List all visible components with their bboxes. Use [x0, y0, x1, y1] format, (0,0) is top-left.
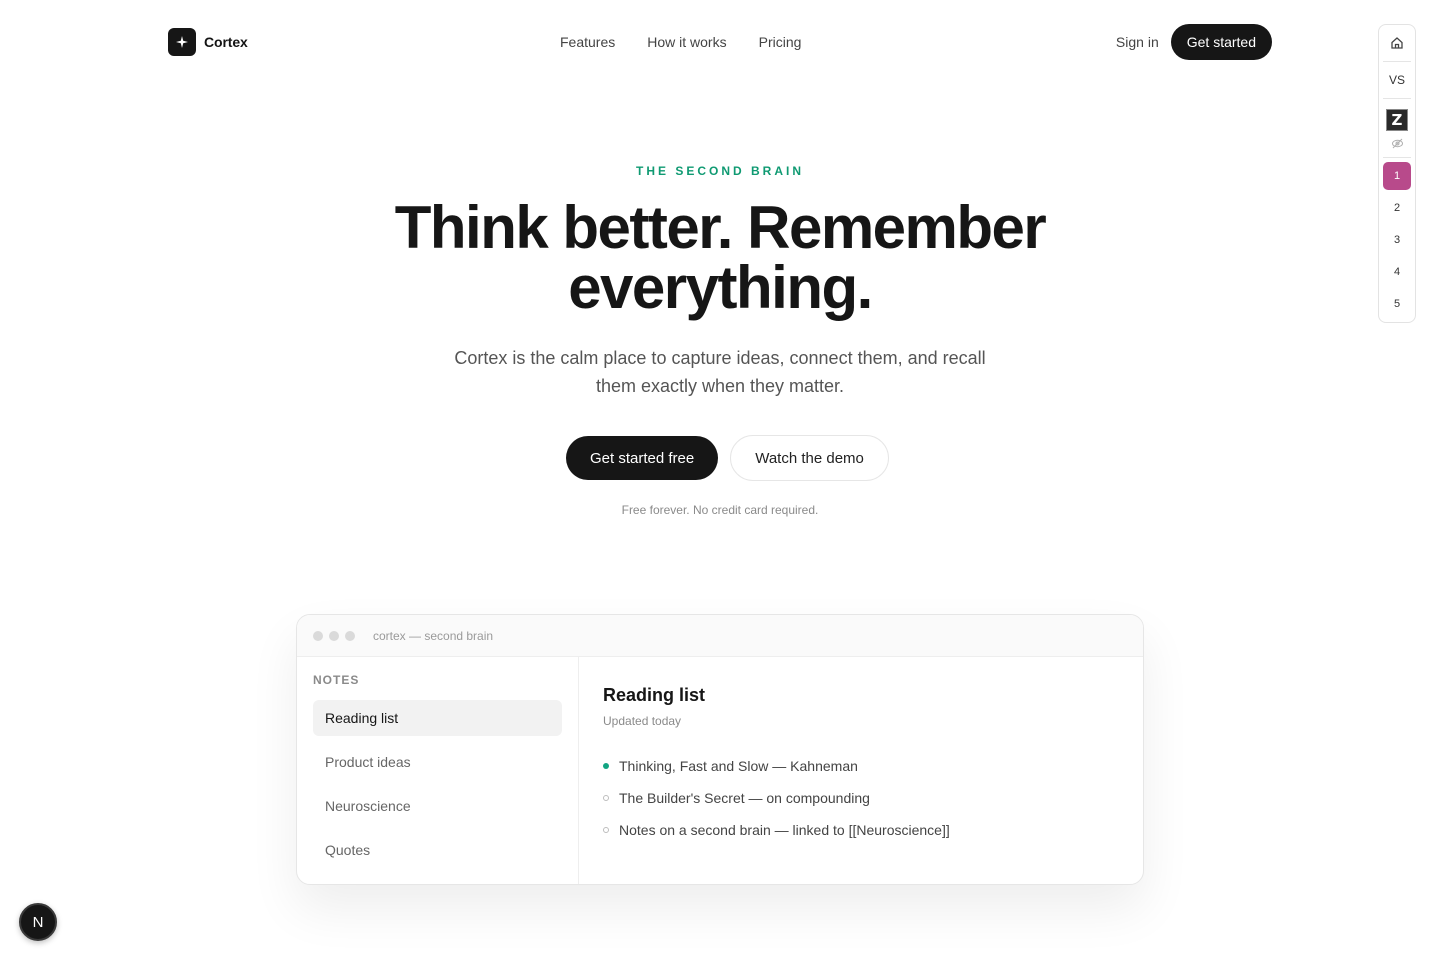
hero-cta-row: Get started free Watch the demo [566, 435, 889, 481]
z-logo: Z [1386, 109, 1408, 131]
nav-link-pricing[interactable]: Pricing [759, 34, 802, 50]
sidebar-item-product-ideas[interactable]: Product ideas [313, 744, 562, 780]
page-button-2[interactable]: 2 [1379, 194, 1415, 222]
sidebar-item-neuroscience[interactable]: Neuroscience [313, 788, 562, 824]
next-dev-badge[interactable]: N [19, 903, 57, 941]
page-button-5[interactable]: 5 [1379, 290, 1415, 318]
divider [1383, 98, 1411, 99]
sparkle-icon [168, 28, 196, 56]
hero-fineprint: Free forever. No credit card required. [621, 503, 819, 517]
vs-toggle[interactable]: VS [1379, 72, 1415, 88]
window-titlebar: cortex — second brain [297, 615, 1143, 657]
notes-heading: NOTES [313, 673, 360, 687]
divider [1383, 61, 1411, 62]
eye-off-icon[interactable] [1379, 136, 1415, 150]
get-started-button[interactable]: Get started [1170, 24, 1272, 60]
notes-sidebar: NOTES Reading list Product ideas Neurosc… [297, 657, 579, 884]
list-item[interactable]: Notes on a second brain — linked to [[Ne… [603, 814, 1119, 846]
page-number: 1 [1383, 162, 1411, 190]
window-dot-close [313, 630, 323, 641]
top-nav: Cortex Features How it works Pricing Sig… [168, 24, 1272, 60]
page-button-1[interactable]: 1 [1379, 162, 1415, 190]
landing-page: Cortex Features How it works Pricing Sig… [0, 0, 1440, 960]
list-item[interactable]: The Builder's Secret — on compounding [603, 782, 1119, 814]
page-number: 2 [1393, 202, 1401, 214]
z-icon[interactable]: Z [1379, 108, 1415, 132]
nav-links: Features How it works Pricing [560, 34, 801, 50]
note-updated: Updated today [603, 714, 682, 728]
watch-demo-button[interactable]: Watch the demo [730, 435, 889, 481]
nav-link-features[interactable]: Features [560, 34, 615, 50]
dev-toolbar: VS Z 1 2 3 4 5 [1378, 24, 1416, 323]
hero-headline: Think better. Remember everything. [0, 198, 1440, 318]
brand-name: Cortex [204, 34, 248, 50]
nav-actions: Sign in Get started [1116, 24, 1272, 60]
page-number: 4 [1393, 266, 1401, 278]
window-body: NOTES Reading list Product ideas Neurosc… [297, 657, 1143, 884]
hero-subhead: Cortex is the calm place to capture idea… [454, 348, 986, 396]
get-started-free-button[interactable]: Get started free [566, 436, 719, 480]
sidebar-item-reading-list[interactable]: Reading list [313, 700, 562, 736]
note-title: Reading list [603, 685, 706, 705]
page-number: 5 [1393, 298, 1401, 310]
home-icon[interactable] [1379, 34, 1415, 52]
note-editor: Reading list Updated today Thinking, Fas… [579, 657, 1143, 884]
empty-circle-icon [603, 795, 609, 801]
page-number: 3 [1393, 234, 1401, 246]
headline-line-1: Think better. Remember [394, 194, 1047, 261]
headline-line-2: everything. [568, 254, 873, 321]
list-item-text: The Builder's Secret — on compounding [619, 790, 870, 806]
nav-link-how-it-works[interactable]: How it works [647, 34, 726, 50]
page-button-3[interactable]: 3 [1379, 226, 1415, 254]
app-preview-window: cortex — second brain NOTES Reading list… [296, 614, 1144, 885]
page-button-4[interactable]: 4 [1379, 258, 1415, 286]
brand[interactable]: Cortex [168, 28, 248, 56]
list-item[interactable]: Thinking, Fast and Slow — Kahneman [603, 750, 1119, 782]
sign-in-link[interactable]: Sign in [1116, 34, 1159, 50]
hero-eyebrow: THE SECOND BRAIN [635, 164, 804, 178]
list-item-text: Notes on a second brain — linked to [[Ne… [619, 822, 950, 838]
window-dot-minimize [329, 630, 339, 641]
sidebar-item-quotes[interactable]: Quotes [313, 832, 562, 868]
note-items: Thinking, Fast and Slow — Kahneman The B… [603, 750, 1119, 846]
window-title: cortex — second brain [373, 628, 494, 643]
list-item-text: Thinking, Fast and Slow — Kahneman [619, 758, 858, 774]
filled-dot-icon [603, 763, 609, 769]
empty-circle-icon [603, 827, 609, 833]
divider [1383, 157, 1411, 158]
window-dot-maximize [345, 630, 355, 641]
